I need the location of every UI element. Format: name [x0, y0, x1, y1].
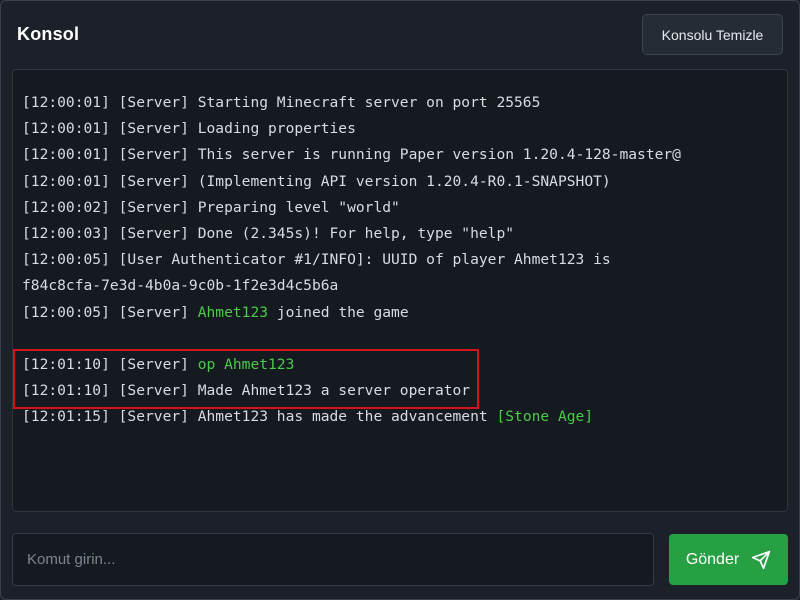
- log-line: [12:01:15] [Server] Ahmet123 has made th…: [22, 404, 787, 430]
- log-text: f84c8cfa-7e3d-4b0a-9c0b-1f2e3d4c5b6a: [22, 277, 339, 295]
- log-line: [12:00:05] [Server] Ahmet123 joined the …: [22, 300, 787, 326]
- send-button[interactable]: Gönder: [669, 534, 788, 585]
- clear-console-button[interactable]: Konsolu Temizle: [642, 14, 783, 55]
- log-line: [12:00:01] [Server] Loading properties: [22, 116, 787, 142]
- log-line: [12:00:03] [Server] Done (2.345s)! For h…: [22, 221, 787, 247]
- log-text: [12:00:05] [Server]: [22, 303, 198, 321]
- log-text: joined the game: [268, 303, 409, 321]
- log-line: [12:00:01] [Server] Starting Minecraft s…: [22, 90, 787, 116]
- log-blank-line: [22, 326, 787, 352]
- page-title: Konsol: [17, 24, 80, 44]
- log-line: [12:00:01] [Server] (Implementing API ve…: [22, 169, 787, 195]
- log-line: [12:00:02] [Server] Preparing level "wor…: [22, 195, 787, 221]
- log-text: [12:00:02] [Server] Preparing level "wor…: [22, 198, 400, 216]
- log-highlight-text: op Ahmet123: [197, 355, 295, 373]
- paper-plane-icon: [751, 550, 771, 570]
- log-text: [12:01:10] [Server]: [22, 355, 198, 373]
- log-line: [12:00:01] [Server] This server is runni…: [22, 142, 787, 168]
- log-text: [12:01:15] [Server] Ahmet123 has made th…: [22, 408, 497, 426]
- log-text: [12:00:01] [Server] Starting Minecraft s…: [22, 94, 541, 111]
- header: Konsol Konsolu Temizle: [0, 0, 800, 68]
- log-text: [12:00:03] [Server] Done (2.345s)! For h…: [22, 224, 515, 242]
- console-output[interactable]: [12:00:01] [Server] Starting Minecraft s…: [12, 69, 788, 512]
- log-text: [12:00:01] [Server] (Implementing API ve…: [22, 172, 611, 190]
- log-text: [12:01:10] [Server] Made Ahmet123 a serv…: [22, 382, 471, 400]
- log-line: [12:01:10] [Server] Made Ahmet123 a serv…: [22, 378, 787, 404]
- log-text: [12:00:05] [User Authenticator #1/INFO]:…: [22, 251, 611, 269]
- log-text: [12:00:01] [Server] Loading properties: [22, 120, 356, 138]
- log-line: [12:00:05] [User Authenticator #1/INFO]:…: [22, 247, 787, 273]
- log-line: f84c8cfa-7e3d-4b0a-9c0b-1f2e3d4c5b6a: [22, 273, 787, 299]
- command-input[interactable]: [12, 533, 654, 586]
- log-highlight-text: [Stone Age]: [496, 408, 594, 426]
- log-highlight-text: Ahmet123: [197, 303, 269, 321]
- send-label: Gönder: [685, 550, 740, 568]
- log-line: [12:01:10] [Server] op Ahmet123: [22, 352, 787, 378]
- log-text: [12:00:01] [Server] This server is runni…: [22, 146, 681, 164]
